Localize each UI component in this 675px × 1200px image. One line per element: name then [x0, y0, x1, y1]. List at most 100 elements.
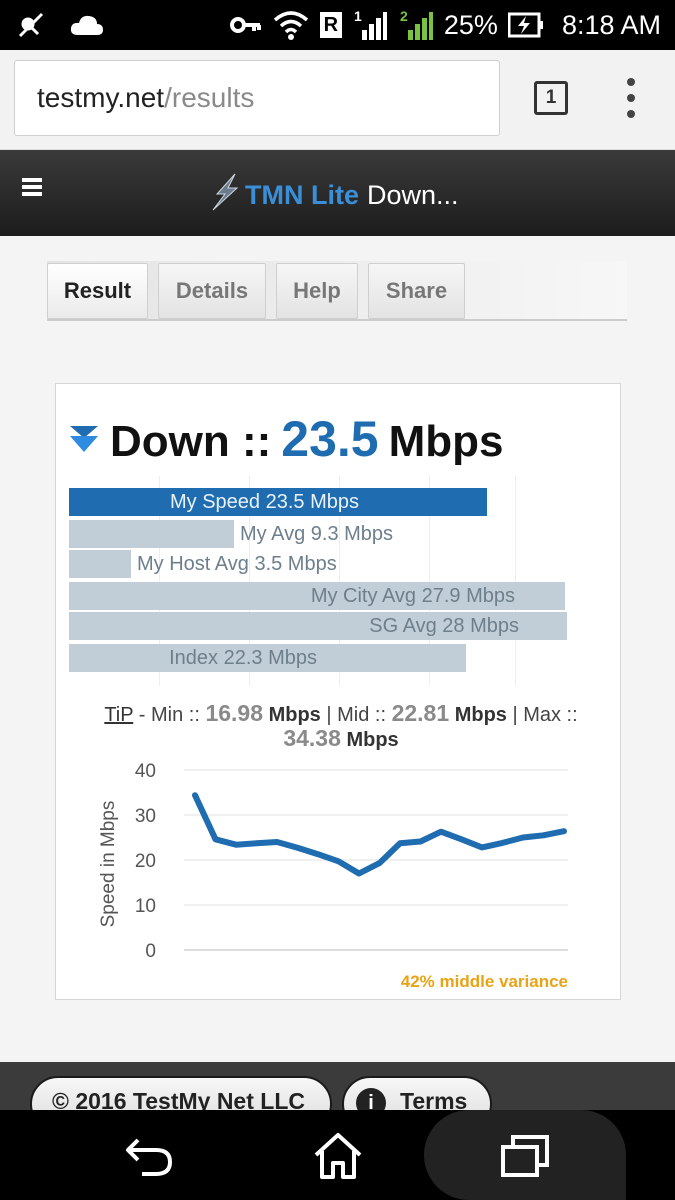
url-host: testmy.net	[37, 82, 165, 113]
data-point	[542, 833, 545, 837]
tip-min-label: - Min ::	[133, 704, 206, 726]
wifi-icon	[272, 10, 310, 40]
data-point	[275, 840, 279, 844]
bar-label: My City Avg 27.9 Mbps	[310, 584, 515, 607]
content-area: Result Details Help Share Down :: 23.5 M…	[0, 236, 675, 1062]
terms-label: Terms	[400, 1088, 468, 1110]
data-point	[562, 829, 566, 833]
terms-button[interactable]: i Terms	[342, 1076, 492, 1110]
down-label: Down ::	[110, 417, 272, 466]
battery-percent: 25%	[443, 9, 498, 40]
bar-fill	[69, 520, 234, 548]
browser-toolbar: testmy.net/results 1	[0, 50, 675, 150]
tab-details[interactable]: Details	[158, 263, 266, 319]
key-icon	[229, 15, 262, 35]
url-path: /results	[164, 82, 255, 113]
overflow-menu-icon[interactable]	[620, 78, 642, 118]
satellite-icon	[14, 10, 48, 40]
download-speed-unit: Mbps	[388, 417, 504, 466]
comparison-bar-chart: My Speed 23.5 Mbps My Avg 9.3 Mbps My Host…	[69, 488, 609, 688]
y-axis-label: Speed in Mbps	[98, 801, 119, 928]
lightning-icon	[205, 172, 245, 219]
comparison-bar: My Avg 9.3 Mbps	[69, 520, 393, 548]
data-point	[296, 846, 299, 850]
data-point	[480, 845, 484, 849]
y-tick-label: 0	[145, 941, 156, 962]
site-header: TMN Lite Down...	[0, 150, 675, 236]
data-point	[193, 793, 197, 797]
download-speed-value: 23.5	[281, 411, 379, 467]
svg-text:1: 1	[354, 8, 362, 24]
tip-min-unit: Mbps	[268, 704, 321, 726]
bar-fill	[69, 550, 131, 578]
data-point	[398, 841, 402, 845]
comparison-bar: SG Avg 28 Mbps	[69, 612, 567, 640]
download-arrow-icon	[70, 426, 98, 452]
url-bar[interactable]: testmy.net/results	[14, 60, 500, 136]
data-point	[439, 830, 443, 834]
hamburger-menu-icon[interactable]	[22, 178, 42, 196]
y-tick-label: 10	[135, 896, 156, 917]
back-icon[interactable]	[122, 1128, 178, 1184]
recents-icon[interactable]	[497, 1128, 553, 1184]
bar-label: My Host Avg 3.5 Mbps	[137, 552, 337, 575]
my-speed-bar: My Speed 23.5 Mbps	[69, 488, 487, 516]
copyright-pill[interactable]: © 2016 TestMy Net LLC	[30, 1076, 332, 1110]
bar-label: My Speed 23.5 Mbps	[170, 490, 359, 513]
data-point	[357, 872, 361, 875]
data-point	[419, 840, 422, 843]
system-nav-bar	[0, 1110, 675, 1200]
tip-mid-unit: Mbps	[454, 704, 507, 726]
data-point	[255, 841, 258, 845]
battery-charging-icon	[507, 12, 544, 38]
brand-name: TMN Lite	[245, 180, 359, 210]
comparison-bar: Index 22.3 Mbps	[69, 644, 466, 672]
cloud-icon	[70, 13, 104, 37]
bar-label: My Avg 9.3 Mbps	[240, 522, 394, 545]
bar-label: Index 22.3 Mbps	[169, 646, 317, 669]
data-point	[378, 861, 381, 865]
clock: 8:18 AM	[561, 9, 661, 40]
signal-icon: 1	[352, 8, 388, 42]
data-point	[337, 859, 340, 863]
variance-annotation: 42% middle variance	[400, 972, 568, 991]
info-icon: i	[356, 1088, 386, 1110]
y-tick-label: 20	[135, 851, 156, 872]
tip-mid-value: 22.81	[391, 700, 450, 726]
tip-mid-label: | Mid ::	[320, 704, 392, 726]
tab-result[interactable]: Result	[47, 263, 148, 319]
download-result-heading: Down :: 23.5 Mbps	[68, 410, 504, 468]
tab-help[interactable]: Help	[276, 263, 358, 319]
footer: © 2016 TestMy Net LLC i Terms	[0, 1062, 675, 1110]
y-tick-label: 30	[135, 806, 156, 827]
copyright-text: © 2016 TestMy Net LLC	[52, 1088, 305, 1110]
svg-text:2: 2	[400, 8, 408, 24]
bar-label: SG Avg 28 Mbps	[369, 614, 519, 637]
speed-line-chart: 40 30 20 10 0 Speed in Mbps	[98, 761, 568, 962]
tip-max-unit: Mbps	[346, 729, 399, 751]
result-card: Down :: 23.5 Mbps My Speed 23.5 MbpsMy A…	[55, 383, 621, 1000]
data-point	[316, 852, 320, 856]
page-title: Down...	[367, 180, 459, 210]
status-bar: R 1 2 25% 8:18 AM	[0, 0, 675, 50]
site-title[interactable]: TMN Lite Down...	[205, 172, 459, 219]
tip-summary: TiP - Min :: 16.98 Mbps | Mid :: 22.81 M…	[76, 702, 606, 752]
tab-share[interactable]: Share	[368, 263, 465, 319]
data-point	[214, 837, 217, 841]
comparison-bar: My Host Avg 3.5 Mbps	[69, 550, 337, 578]
y-tick-label: 40	[135, 761, 156, 782]
tip-max-label: | Max ::	[506, 704, 578, 726]
data-point	[460, 837, 463, 841]
data-point	[234, 843, 238, 847]
tab-bar: Result Details Help Share	[47, 261, 627, 321]
tab-switcher-button[interactable]: 1	[534, 81, 568, 115]
tip-min-value: 16.98	[205, 700, 264, 726]
home-icon[interactable]	[310, 1128, 366, 1184]
signal-icon-sim2: 2	[398, 8, 434, 42]
comparison-bar: My City Avg 27.9 Mbps	[69, 582, 565, 610]
tip-max-value: 34.38	[283, 725, 341, 751]
roaming-badge: R	[319, 12, 342, 38]
data-point	[521, 836, 525, 839]
tip-link[interactable]: TiP	[104, 704, 133, 726]
data-point	[501, 841, 504, 845]
